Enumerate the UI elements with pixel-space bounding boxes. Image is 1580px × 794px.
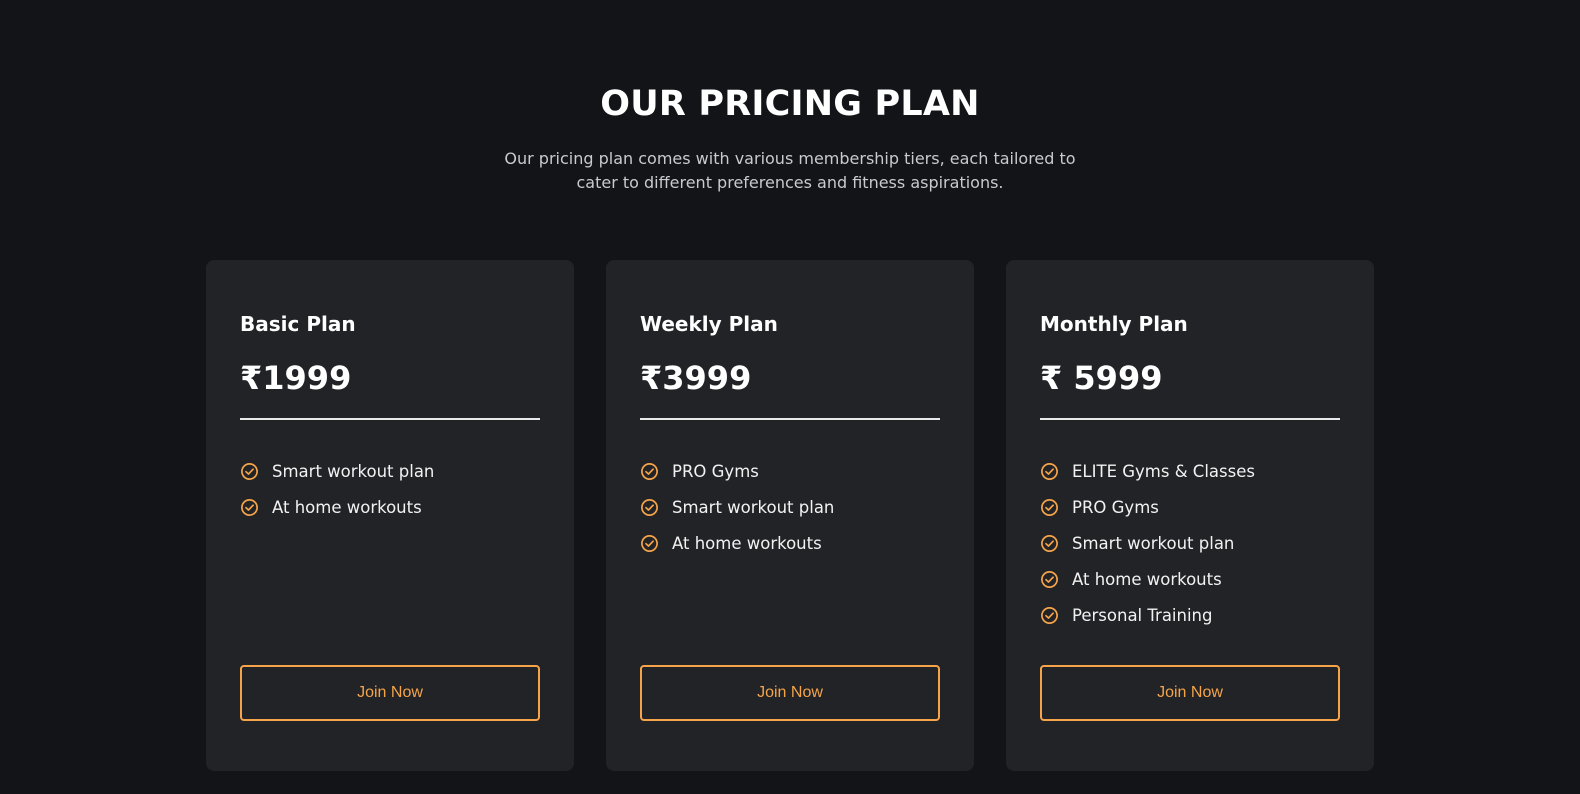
feature-label: Smart workout plan	[272, 461, 435, 481]
pricing-card-monthly: Monthly Plan ₹ 5999 ELITE Gyms & Classes…	[1006, 260, 1374, 771]
feature-label: PRO Gyms	[1072, 497, 1159, 517]
plan-price: ₹ 5999	[1040, 359, 1163, 397]
pricing-card-basic: Basic Plan ₹1999 Smart workout plan At h…	[206, 260, 574, 771]
feature-list: Smart workout plan At home workouts	[240, 453, 434, 525]
feature-item: Personal Training	[1040, 597, 1255, 633]
feature-item: Smart workout plan	[1040, 525, 1255, 561]
join-now-button[interactable]: Join Now	[1040, 665, 1340, 721]
check-circle-icon	[1040, 570, 1059, 589]
pricing-cards: Basic Plan ₹1999 Smart workout plan At h…	[206, 260, 1374, 771]
check-circle-icon	[240, 498, 259, 517]
feature-item: PRO Gyms	[640, 453, 834, 489]
feature-label: Smart workout plan	[1072, 533, 1235, 553]
check-circle-icon	[1040, 534, 1059, 553]
divider	[1040, 418, 1340, 420]
feature-label: PRO Gyms	[672, 461, 759, 481]
section-subtitle: Our pricing plan comes with various memb…	[504, 149, 1076, 192]
check-circle-icon	[1040, 606, 1059, 625]
plan-name: Basic Plan	[240, 312, 356, 336]
feature-item: Smart workout plan	[640, 489, 834, 525]
feature-list: ELITE Gyms & Classes PRO Gyms Smart work…	[1040, 453, 1255, 633]
feature-item: At home workouts	[640, 525, 834, 561]
feature-label: At home workouts	[272, 497, 422, 517]
feature-label: Smart workout plan	[672, 497, 835, 517]
feature-item: PRO Gyms	[1040, 489, 1255, 525]
feature-item: Smart workout plan	[240, 453, 434, 489]
feature-label: Personal Training	[1072, 605, 1213, 625]
check-circle-icon	[240, 462, 259, 481]
plan-name: Weekly Plan	[640, 312, 778, 336]
feature-item: At home workouts	[1040, 561, 1255, 597]
section-title: OUR PRICING PLAN	[600, 84, 980, 124]
plan-price: ₹1999	[240, 359, 352, 397]
pricing-card-weekly: Weekly Plan ₹3999 PRO Gyms Smart workout…	[606, 260, 974, 771]
feature-label: ELITE Gyms & Classes	[1072, 461, 1255, 481]
join-now-button[interactable]: Join Now	[240, 665, 540, 721]
feature-list: PRO Gyms Smart workout plan At home work…	[640, 453, 834, 561]
divider	[240, 418, 540, 420]
check-circle-icon	[640, 498, 659, 517]
check-circle-icon	[1040, 462, 1059, 481]
feature-item: ELITE Gyms & Classes	[1040, 453, 1255, 489]
check-circle-icon	[1040, 498, 1059, 517]
divider	[640, 418, 940, 420]
plan-price: ₹3999	[640, 359, 752, 397]
plan-name: Monthly Plan	[1040, 312, 1188, 336]
feature-label: At home workouts	[672, 533, 822, 553]
check-circle-icon	[640, 462, 659, 481]
pricing-section: OUR PRICING PLAN Our pricing plan comes …	[0, 0, 1580, 794]
join-now-button[interactable]: Join Now	[640, 665, 940, 721]
check-circle-icon	[640, 534, 659, 553]
feature-item: At home workouts	[240, 489, 434, 525]
feature-label: At home workouts	[1072, 569, 1222, 589]
